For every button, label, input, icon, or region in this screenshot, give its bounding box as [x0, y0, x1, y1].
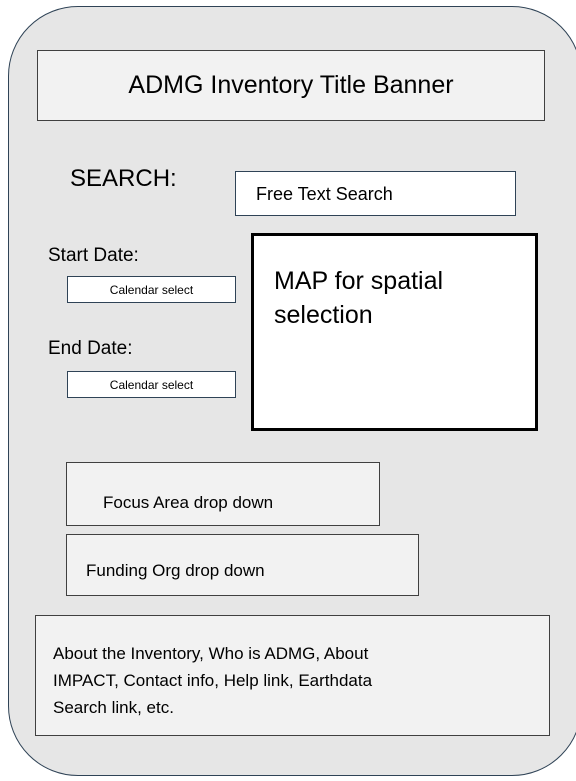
footer-info-links: About the Inventory, Who is ADMG, About … [35, 615, 550, 736]
end-date-calendar-select[interactable]: Calendar select [67, 371, 236, 398]
footer-line-3: Search link, etc. [53, 698, 174, 717]
map-label-line-2: selection [274, 301, 373, 329]
start-date-label: Start Date: [48, 245, 139, 266]
search-label: SEARCH: [70, 165, 177, 192]
funding-org-dropdown[interactable]: Funding Org drop down [66, 534, 419, 596]
banner-title: ADMG Inventory Title Banner [128, 71, 454, 99]
focus-area-dropdown[interactable]: Focus Area drop down [66, 462, 380, 526]
spatial-selection-map[interactable]: MAP for spatial selection [251, 233, 538, 431]
end-date-label: End Date: [48, 338, 133, 359]
map-label-line-1: MAP for spatial [274, 267, 444, 295]
footer-line-1: About the Inventory, Who is ADMG, About [53, 644, 369, 663]
start-date-calendar-select[interactable]: Calendar select [67, 276, 236, 303]
footer-line-2: IMPACT, Contact info, Help link, Earthda… [53, 671, 373, 690]
free-text-search-input[interactable]: Free Text Search [235, 171, 516, 216]
title-banner: ADMG Inventory Title Banner [37, 50, 545, 121]
